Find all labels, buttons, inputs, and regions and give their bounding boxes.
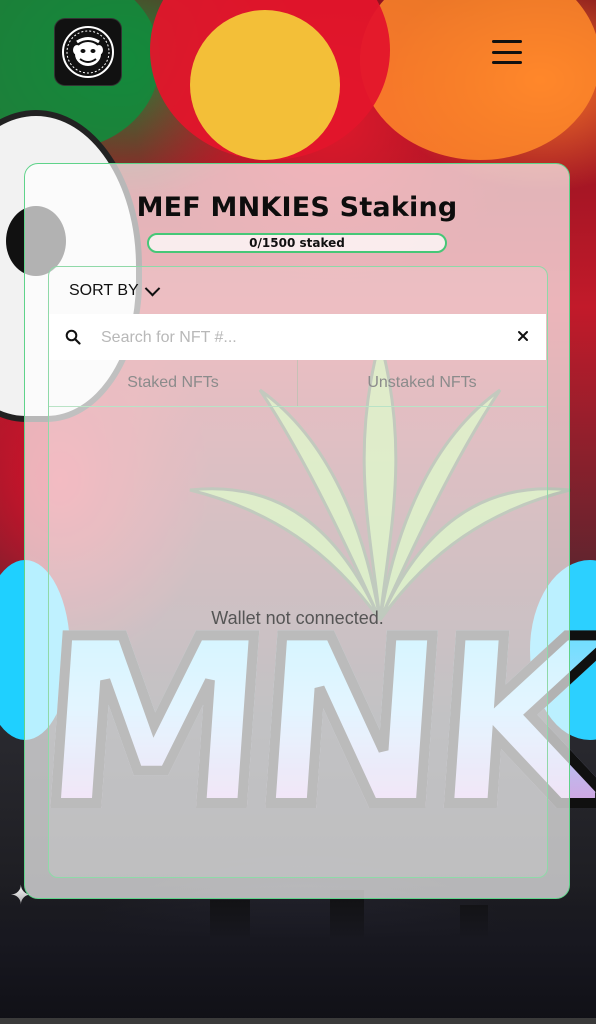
chevron-down-icon	[144, 280, 160, 296]
search-bar	[49, 314, 546, 360]
hamburger-menu-icon[interactable]	[492, 40, 522, 64]
search-icon	[65, 329, 81, 345]
nft-tabs: Staked NFTs Unstaked NFTs	[49, 360, 546, 406]
nft-list: Wallet not connected.	[49, 406, 546, 876]
tab-unstaked-nfts[interactable]: Unstaked NFTs	[297, 360, 546, 406]
monkey-logo-icon	[62, 26, 114, 78]
staking-progress-bar: 0/1500 staked	[147, 233, 447, 253]
sort-by-dropdown[interactable]: SORT BY	[69, 279, 160, 303]
staking-card: MEF MNKIES Staking 0/1500 staked SORT BY…	[24, 163, 570, 899]
close-icon[interactable]	[516, 329, 530, 343]
staking-progress-label: 0/1500 staked	[249, 236, 345, 250]
nft-panel: SORT BY Staked NFTs Unstaked NFTs Wallet…	[48, 266, 548, 878]
tab-staked-nfts[interactable]: Staked NFTs	[49, 360, 297, 406]
page-title: MEF MNKIES Staking	[136, 192, 458, 223]
search-input[interactable]	[99, 322, 503, 354]
brand-logo[interactable]	[55, 19, 121, 85]
sort-by-label: SORT BY	[69, 282, 139, 299]
empty-state-message: Wallet not connected.	[211, 608, 384, 628]
